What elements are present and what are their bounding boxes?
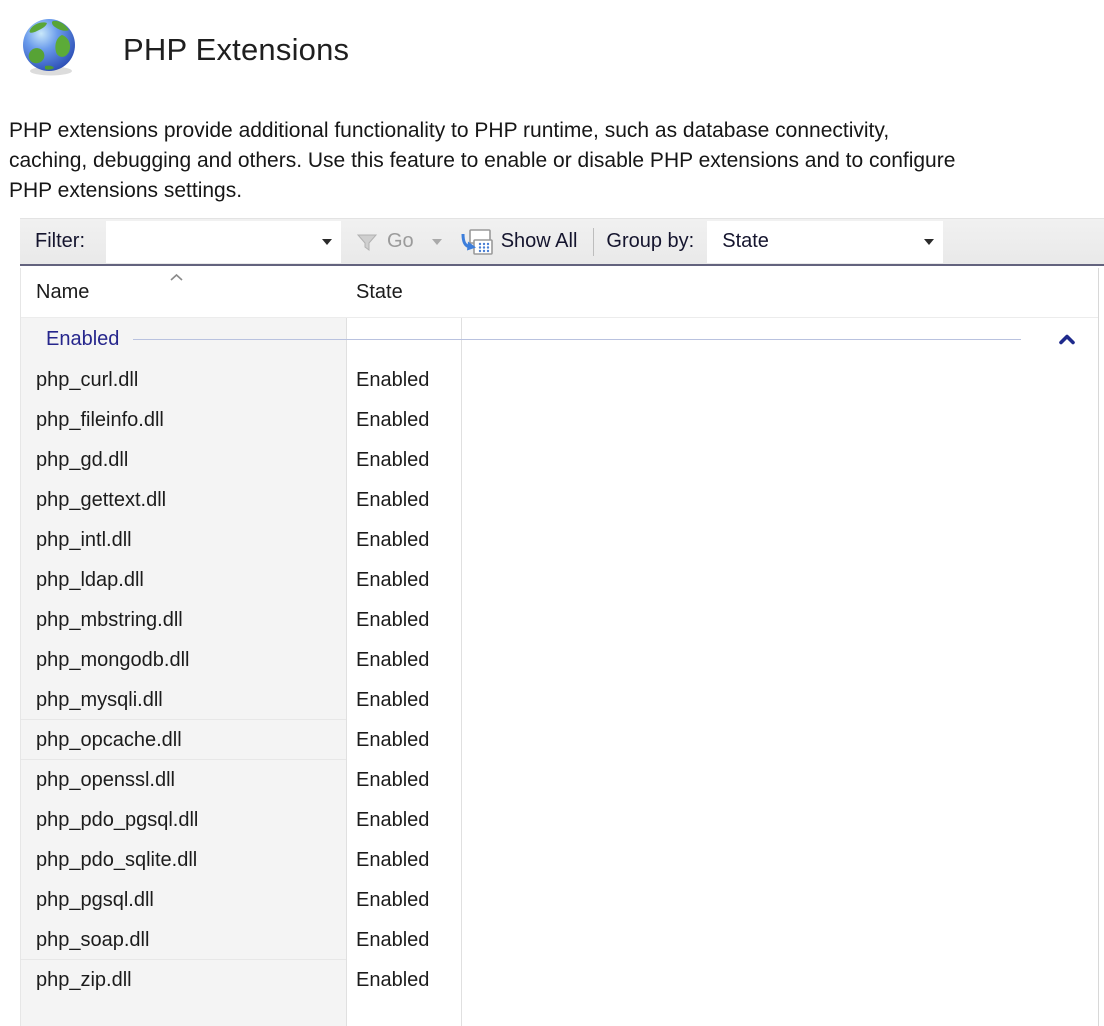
chevron-down-icon[interactable] (322, 239, 332, 245)
filter-funnel-icon (355, 230, 379, 254)
show-all-icon (460, 227, 494, 257)
extension-name: php_fileinfo.dll (21, 400, 346, 440)
table-row[interactable]: php_mongodb.dllEnabled (21, 640, 1098, 680)
extension-state: Enabled (346, 920, 461, 960)
page-title: PHP Extensions (123, 32, 349, 68)
group-label: Enabled (46, 328, 119, 351)
column-header-label: Name (36, 281, 89, 304)
extension-state: Enabled (346, 520, 461, 560)
extension-state: Enabled (346, 400, 461, 440)
description-line: PHP extensions settings. (9, 176, 1099, 206)
extension-state: Enabled (346, 560, 461, 600)
page-header: PHP Extensions (18, 14, 349, 78)
extension-name: php_intl.dll (21, 520, 346, 560)
extension-state: Enabled (346, 640, 461, 680)
table-row[interactable]: php_mbstring.dllEnabled (21, 600, 1098, 640)
group-by-dropdown[interactable]: State (707, 221, 943, 263)
extension-state: Enabled (346, 720, 461, 760)
toolbar-separator (593, 228, 594, 256)
globe-icon (18, 14, 82, 78)
extension-state: Enabled (346, 680, 461, 720)
group-by-label: Group by: (606, 230, 694, 253)
sort-ascending-icon (169, 273, 184, 282)
table-header-row: Name State (21, 268, 1098, 318)
table-row[interactable]: php_curl.dllEnabled (21, 360, 1098, 400)
extension-state: Enabled (346, 360, 461, 400)
extension-name: php_mbstring.dll (21, 600, 346, 640)
extension-name: php_pgsql.dll (21, 880, 346, 920)
go-button[interactable]: Go (355, 230, 414, 254)
table-row[interactable]: php_soap.dllEnabled (21, 920, 1098, 960)
extension-name: php_ldap.dll (21, 560, 346, 600)
table-row[interactable]: php_gd.dllEnabled (21, 440, 1098, 480)
extension-name: php_mongodb.dll (21, 640, 346, 680)
feature-description: PHP extensions provide additional functi… (9, 116, 1099, 206)
table-row[interactable]: php_gettext.dllEnabled (21, 480, 1098, 520)
go-dropdown-chevron-icon[interactable] (432, 239, 442, 245)
group-header-enabled[interactable]: Enabled (21, 318, 1098, 360)
extension-state: Enabled (346, 840, 461, 880)
chevron-down-icon[interactable] (924, 239, 934, 245)
extension-state: Enabled (346, 480, 461, 520)
table-row[interactable]: php_ldap.dllEnabled (21, 560, 1098, 600)
description-line: caching, debugging and others. Use this … (9, 146, 1099, 176)
collapse-group-icon[interactable] (1058, 334, 1076, 345)
column-header-state[interactable]: State (346, 268, 461, 317)
go-button-label: Go (387, 230, 414, 253)
table-row[interactable]: php_intl.dllEnabled (21, 520, 1098, 560)
extension-name: php_pdo_sqlite.dll (21, 840, 346, 880)
extension-state: Enabled (346, 760, 461, 800)
extension-name: php_soap.dll (21, 920, 346, 960)
table-row[interactable]: php_mysqli.dllEnabled (21, 680, 1098, 720)
extension-name: php_opcache.dll (21, 720, 346, 760)
extension-state: Enabled (346, 880, 461, 920)
filter-input[interactable] (106, 221, 311, 263)
extension-name: php_mysqli.dll (21, 680, 346, 720)
table-row[interactable]: php_opcache.dllEnabled (21, 720, 1098, 760)
filter-label: Filter: (35, 230, 85, 253)
extension-state: Enabled (346, 440, 461, 480)
list-toolbar: Filter: Go Show All Group by: State (20, 218, 1104, 266)
table-row[interactable]: php_pdo_sqlite.dllEnabled (21, 840, 1098, 880)
extension-name: php_pdo_pgsql.dll (21, 800, 346, 840)
column-header-name[interactable]: Name (21, 268, 346, 317)
table-row[interactable]: php_zip.dllEnabled (21, 960, 1098, 1000)
group-divider-line (133, 339, 1021, 340)
description-line: PHP extensions provide additional functi… (9, 116, 1099, 146)
extension-name: php_curl.dll (21, 360, 346, 400)
show-all-button[interactable]: Show All (460, 227, 578, 257)
filter-combobox[interactable] (106, 221, 341, 263)
extension-state: Enabled (346, 600, 461, 640)
column-header-label: State (356, 281, 403, 304)
table-row[interactable]: php_fileinfo.dllEnabled (21, 400, 1098, 440)
show-all-label: Show All (501, 230, 578, 253)
group-by-selected-value: State (707, 230, 769, 253)
table-rows: php_curl.dllEnabledphp_fileinfo.dllEnabl… (21, 360, 1098, 1000)
table-row[interactable]: php_openssl.dllEnabled (21, 760, 1098, 800)
extensions-list: Name State Enabled php_curl.dllEnabledph… (20, 268, 1099, 1026)
extension-name: php_openssl.dll (21, 760, 346, 800)
table-row[interactable]: php_pdo_pgsql.dllEnabled (21, 800, 1098, 840)
extension-name: php_zip.dll (21, 960, 346, 1000)
extension-name: php_gd.dll (21, 440, 346, 480)
extension-state: Enabled (346, 800, 461, 840)
extension-state: Enabled (346, 960, 461, 1000)
extension-name: php_gettext.dll (21, 480, 346, 520)
table-row[interactable]: php_pgsql.dllEnabled (21, 880, 1098, 920)
